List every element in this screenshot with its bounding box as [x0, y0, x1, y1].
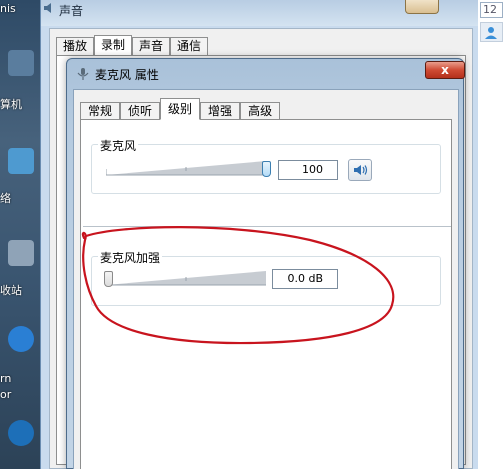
tab-enhancements[interactable]: 增强: [200, 102, 241, 120]
tab-advanced[interactable]: 高级: [240, 102, 281, 120]
separator: [83, 226, 451, 227]
desktop-label: 算机: [0, 98, 22, 111]
tab-communications[interactable]: 通信: [170, 37, 209, 55]
microphone-boost-group: 麦克风加强 0.0 dB: [91, 249, 441, 306]
internet-explorer-icon[interactable]: [8, 326, 34, 352]
desktop-label: or: [0, 388, 12, 401]
tab-recording[interactable]: 录制: [94, 35, 133, 55]
tab-sounds[interactable]: 声音: [132, 37, 171, 55]
computer-icon[interactable]: [8, 50, 34, 76]
microphone-icon: [77, 68, 89, 80]
microphone-boost-slider[interactable]: [104, 271, 113, 287]
app-icon[interactable]: [8, 420, 34, 446]
microphone-group: 麦克风 100: [91, 137, 441, 194]
sound-tabs: 播放 录制 声音 通信: [56, 35, 209, 55]
microphone-boost-value[interactable]: 0.0 dB: [272, 269, 338, 289]
close-icon: x: [441, 63, 449, 77]
desktop-background: nis 算机 络 收站 rn or: [0, 0, 40, 469]
desktop-label: nis: [0, 2, 16, 15]
background-window-edge: [478, 0, 503, 469]
dialog-title: 麦克风 属性: [95, 68, 159, 82]
network-icon[interactable]: [8, 148, 34, 174]
tab-general[interactable]: 常规: [80, 102, 121, 120]
speaker-icon: [354, 165, 368, 175]
speaker-icon: [44, 3, 51, 13]
background-button[interactable]: [480, 22, 503, 42]
microphone-properties-dialog: 麦克风 属性 x 常规 侦听 级别 增强 高级 麦克风 100 麦克风加强 0.…: [66, 58, 465, 469]
desktop-label: rn: [0, 372, 12, 385]
microphone-boost-label: 麦克风加强: [98, 249, 163, 266]
levels-page: 麦克风 100 麦克风加强 0.0 dB: [80, 119, 452, 469]
sound-window-title: 声音: [59, 4, 84, 18]
microphone-level-value[interactable]: 100: [278, 160, 338, 180]
tab-levels[interactable]: 级别: [160, 98, 201, 120]
desktop-label: 收站: [0, 284, 22, 297]
tab-playback[interactable]: 播放: [56, 37, 95, 55]
dialog-body: 常规 侦听 级别 增强 高级 麦克风 100 麦克风加强 0.0 dB: [73, 89, 459, 469]
people-icon: [485, 27, 497, 39]
sound-close-button[interactable]: [405, 0, 439, 14]
microphone-boost-track: [106, 271, 266, 286]
desktop-label: 络: [0, 192, 11, 205]
microphone-level-slider[interactable]: [262, 161, 271, 177]
microphone-label: 麦克风: [98, 137, 139, 154]
sound-titlebar: 声音: [41, 0, 480, 26]
close-button[interactable]: x: [425, 61, 465, 79]
recycle-bin-icon[interactable]: [8, 240, 34, 266]
dialog-tabs: 常规 侦听 级别 增强 高级: [80, 98, 281, 120]
tab-listen[interactable]: 侦听: [120, 102, 161, 120]
dialog-titlebar[interactable]: 麦克风 属性 x: [67, 59, 465, 87]
mute-button[interactable]: [348, 159, 372, 181]
microphone-level-track: [106, 161, 266, 176]
background-field: 12: [480, 2, 503, 18]
